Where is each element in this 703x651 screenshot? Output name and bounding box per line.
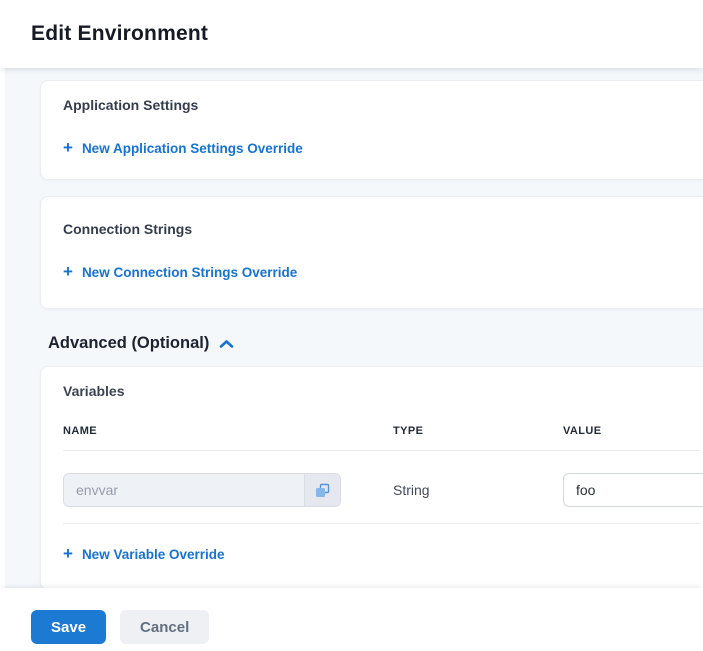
advanced-section-toggle[interactable]: Advanced (Optional) xyxy=(48,334,234,353)
column-header-value: VALUE xyxy=(563,425,700,437)
variables-table-header: NAME TYPE VALUE xyxy=(63,425,700,451)
connection-strings-title: Connection Strings xyxy=(63,221,700,237)
variable-value-input[interactable] xyxy=(563,473,703,507)
plus-icon: + xyxy=(63,263,73,280)
copy-icon xyxy=(315,483,330,498)
new-connection-strings-override-label: New Connection Strings Override xyxy=(82,265,297,280)
save-button[interactable]: Save xyxy=(31,610,106,644)
variable-type-text: String xyxy=(393,482,563,498)
new-application-settings-override-label: New Application Settings Override xyxy=(82,141,303,156)
page-title: Edit Environment xyxy=(31,22,208,46)
variable-row: String xyxy=(63,451,700,524)
new-connection-strings-override-link[interactable]: + New Connection Strings Override xyxy=(63,264,297,281)
variable-name-input xyxy=(64,474,304,506)
advanced-section-title: Advanced (Optional) xyxy=(48,334,209,353)
new-application-settings-override-link[interactable]: + New Application Settings Override xyxy=(63,140,303,157)
column-header-type: TYPE xyxy=(393,425,563,437)
form-scroll-area[interactable]: Application Settings + New Application S… xyxy=(5,68,703,588)
new-variable-override-label: New Variable Override xyxy=(82,547,225,562)
chevron-up-icon xyxy=(219,339,234,349)
column-header-name: NAME xyxy=(63,425,393,437)
page-header: Edit Environment xyxy=(0,0,703,68)
variable-value-cell xyxy=(563,473,703,507)
variable-name-cell xyxy=(63,473,393,507)
new-variable-override-link[interactable]: + New Variable Override xyxy=(63,546,225,563)
application-settings-card: Application Settings + New Application S… xyxy=(40,80,703,180)
copy-button[interactable] xyxy=(304,474,340,506)
form-footer: Save Cancel xyxy=(0,588,703,651)
cancel-button[interactable]: Cancel xyxy=(120,610,209,644)
connection-strings-card: Connection Strings + New Connection Stri… xyxy=(40,196,703,309)
variable-name-input-group xyxy=(63,473,341,507)
variables-title: Variables xyxy=(63,383,700,399)
plus-icon: + xyxy=(63,545,73,562)
variables-card: Variables NAME TYPE VALUE xyxy=(40,366,703,590)
application-settings-title: Application Settings xyxy=(63,97,700,113)
plus-icon: + xyxy=(63,139,73,156)
